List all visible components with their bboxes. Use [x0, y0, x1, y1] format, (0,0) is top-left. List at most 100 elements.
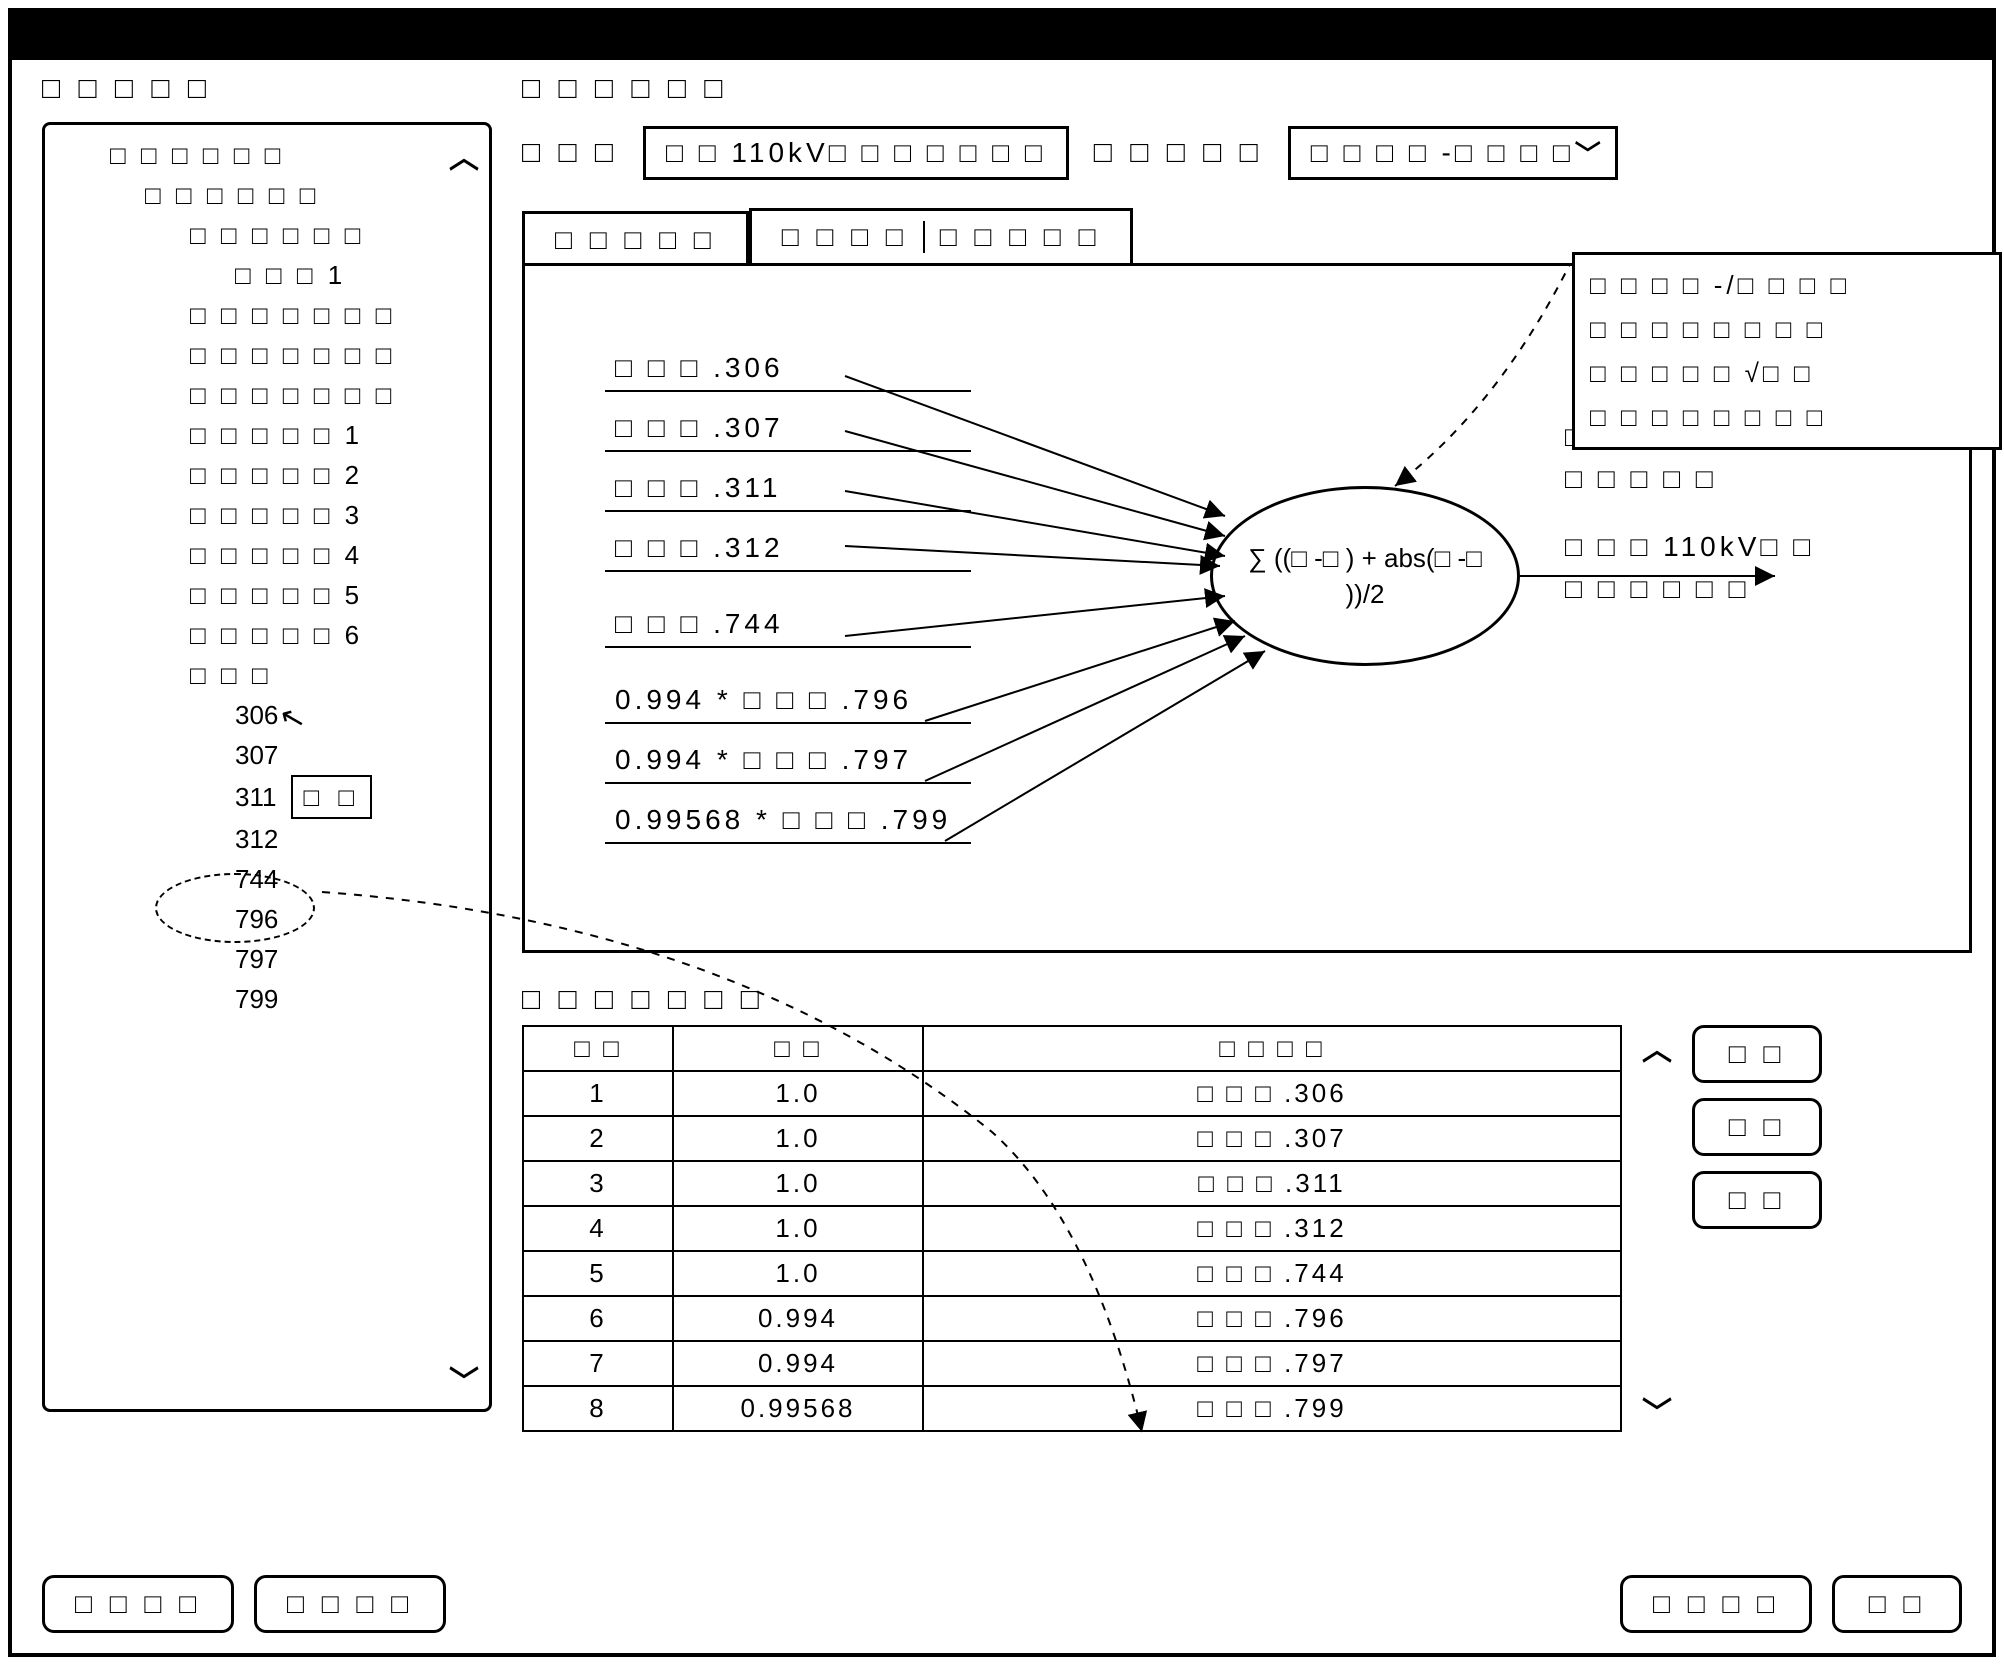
table-cell-meter: □ □ □ .312 [923, 1206, 1621, 1251]
tree-m1[interactable]: □ □ □ □ □ 1 [60, 415, 474, 455]
dropdown-item-2[interactable]: □ □ □ □ □ √□ □ [1590, 351, 1984, 395]
formula-ellipse: ∑ ((□ -□ ) + abs(□ -□ ))/2 [1210, 486, 1520, 666]
dropdown-item-3[interactable]: □ □ □ □ □ □ □ □ [1590, 395, 1984, 439]
tree-lvl3c[interactable]: □ □ □ □ □ □ □ [60, 335, 474, 375]
table-cell-coef: 0.99568 [673, 1386, 923, 1431]
diagram-input-4: □ □ □ .744 [605, 602, 971, 648]
table-cell-coef: 1.0 [673, 1071, 923, 1116]
table-cell-coef: 1.0 [673, 1116, 923, 1161]
tree-m2[interactable]: □ □ □ □ □ 2 [60, 455, 474, 495]
tree-lvl3b[interactable]: □ □ □ □ □ □ □ [60, 295, 474, 335]
table-row[interactable]: 60.994□ □ □ .796 [523, 1296, 1621, 1341]
header-row: □ □ □ □ □ 110kV□ □ □ □ □ □ □ □ □ □ □ □ □… [522, 126, 1972, 180]
right-section-label: □ □ □ □ □ □ [522, 72, 1972, 106]
field1-label: □ □ □ [522, 136, 618, 170]
tree-m4[interactable]: □ □ □ □ □ 4 [60, 535, 474, 575]
table-cell-coef: 1.0 [673, 1206, 923, 1251]
bottom-left-button-2[interactable]: □ □ □ □ [254, 1575, 446, 1633]
side-buttons: □ □ □ □ □ □ [1692, 1025, 1822, 1432]
side-button-2[interactable]: □ □ [1692, 1098, 1822, 1156]
tab-1[interactable]: □ □ □ □ □ [522, 211, 749, 266]
tree-lvl3d[interactable]: □ □ □ □ □ □ □ [60, 375, 474, 415]
content-area: □ □ □ □ □ ︿ ﹀ □ □ □ □ □ □ □ □ □ □ □ □ □ … [32, 72, 1972, 1633]
tree-799[interactable]: 799 [60, 979, 474, 1019]
field1-value[interactable]: □ □ 110kV□ □ □ □ □ □ □ [643, 126, 1069, 180]
table-body: 11.0□ □ □ .30621.0□ □ □ .30731.0□ □ □ .3… [523, 1071, 1621, 1431]
tree-307[interactable]: 307 [60, 735, 474, 775]
table-header-row: □ □ □ □ □ □ □ □ [523, 1026, 1621, 1071]
diagram-input-7: 0.99568 * □ □ □ .799 [605, 798, 971, 844]
tree-m5[interactable]: □ □ □ □ □ 5 [60, 575, 474, 615]
diagram-input-list: □ □ □ .306 □ □ □ .307 □ □ □ .311 □ □ □ .… [605, 346, 971, 858]
table-cell-meter: □ □ □ .311 [923, 1161, 1621, 1206]
output-label: □ □ □ 110kV□ □ □ □ □ □ □ □ [1565, 526, 1814, 610]
dropdown-item-1[interactable]: □ □ □ □ □ □ □ □ [1590, 307, 1984, 351]
diagram-input-6: 0.994 * □ □ □ .797 [605, 738, 971, 784]
tree-scroll-down[interactable]: ﹀ [449, 1357, 479, 1401]
table-cell-meter: □ □ □ .799 [923, 1386, 1621, 1431]
table-row[interactable]: 11.0□ □ □ .306 [523, 1071, 1621, 1116]
table-section-label: □ □ □ □ □ □ □ [522, 983, 1972, 1017]
col-coef: □ □ [673, 1026, 923, 1071]
col-meter: □ □ □ □ [923, 1026, 1621, 1071]
dropdown-selected[interactable]: □ □ □ □ -□ □ □ □ ﹀ [1288, 126, 1618, 180]
bottom-right-button-2[interactable]: □ □ [1832, 1575, 1962, 1633]
tree-312[interactable]: 312 [60, 819, 474, 859]
table-cell-coef: 0.994 [673, 1296, 923, 1341]
diagram-input-2: □ □ □ .311 [605, 466, 971, 512]
side-button-3[interactable]: □ □ [1692, 1171, 1822, 1229]
table-cell-seq: 5 [523, 1251, 673, 1296]
tree-tooltip: □ □ [291, 775, 372, 819]
mouse-cursor-icon: ↖ [276, 696, 311, 741]
scroll-up-icon[interactable]: ︿ [1642, 1025, 1672, 1069]
tree-306[interactable]: 306↖ [60, 695, 474, 735]
table-cell-coef: 1.0 [673, 1161, 923, 1206]
table-cell-meter: □ □ □ .744 [923, 1251, 1621, 1296]
table-cell-meter: □ □ □ .306 [923, 1071, 1621, 1116]
title-bar [12, 12, 1992, 60]
tree-797[interactable]: 797 [60, 939, 474, 979]
table-cell-coef: 1.0 [673, 1251, 923, 1296]
tree-lvl4a[interactable]: □ □ □ 1 [60, 255, 474, 295]
table-cell-seq: 3 [523, 1161, 673, 1206]
dropdown-item-0[interactable]: □ □ □ □ -/□ □ □ □ [1590, 263, 1984, 307]
side-button-1[interactable]: □ □ [1692, 1025, 1822, 1083]
table-cell-seq: 7 [523, 1341, 673, 1386]
table-row[interactable]: 51.0□ □ □ .744 [523, 1251, 1621, 1296]
tree-m6[interactable]: □ □ □ □ □ 6 [60, 615, 474, 655]
table-cell-seq: 1 [523, 1071, 673, 1116]
table-row[interactable]: 41.0□ □ □ .312 [523, 1206, 1621, 1251]
table-row[interactable]: 21.0□ □ □ .307 [523, 1116, 1621, 1161]
diagram-input-0: □ □ □ .306 [605, 346, 971, 392]
tree-sub[interactable]: □ □ □ [60, 655, 474, 695]
data-table: □ □ □ □ □ □ □ □ 11.0□ □ □ .30621.0□ □ □ … [522, 1025, 1622, 1432]
table-scrollbar[interactable]: ︿ ﹀ [1642, 1025, 1672, 1432]
tree-311[interactable]: 311□ □ [60, 775, 474, 819]
table-cell-seq: 2 [523, 1116, 673, 1161]
table-cell-meter: □ □ □ .797 [923, 1341, 1621, 1386]
tree-lvl3[interactable]: □ □ □ □ □ □ [60, 215, 474, 255]
chevron-down-icon: ﹀ [1575, 135, 1605, 172]
table-row[interactable]: 70.994□ □ □ .797 [523, 1341, 1621, 1386]
col-seq: □ □ [523, 1026, 673, 1071]
diagram-input-5: 0.994 * □ □ □ .796 [605, 678, 971, 724]
table-cell-meter: □ □ □ .796 [923, 1296, 1621, 1341]
tree-lvl2[interactable]: □ □ □ □ □ □ [60, 175, 474, 215]
dropdown-list[interactable]: □ □ □ □ -/□ □ □ □ □ □ □ □ □ □ □ □ □ □ □ … [1572, 252, 2002, 450]
table-row[interactable]: 31.0□ □ □ .311 [523, 1161, 1621, 1206]
table-container: □ □ □ □ □ □ □ □ 11.0□ □ □ .30621.0□ □ □ … [522, 1025, 1972, 1432]
bottom-left-button-1[interactable]: □ □ □ □ [42, 1575, 234, 1633]
tree-section-label: □ □ □ □ □ [42, 72, 211, 106]
tree-root[interactable]: □ □ □ □ □ □ [60, 135, 474, 175]
diagram-input-3: □ □ □ .312 [605, 526, 971, 572]
tree-panel: ︿ ﹀ □ □ □ □ □ □ □ □ □ □ □ □ □ □ □ □ □ □ … [42, 122, 492, 1412]
bottom-right-button-1[interactable]: □ □ □ □ [1620, 1575, 1812, 1633]
scroll-down-icon[interactable]: ﹀ [1642, 1388, 1672, 1432]
table-row[interactable]: 80.99568□ □ □ .799 [523, 1386, 1621, 1431]
tab-2[interactable]: □ □ □ □□ □ □ □ □ [749, 208, 1134, 266]
tree-m3[interactable]: □ □ □ □ □ 3 [60, 495, 474, 535]
field2-label: □ □ □ □ □ [1094, 136, 1263, 170]
right-area: □ □ □ □ □ □ □ □ □ □ □ 110kV□ □ □ □ □ □ □… [522, 72, 1972, 1633]
table-cell-seq: 8 [523, 1386, 673, 1431]
tree-scroll-up[interactable]: ︿ [449, 133, 479, 177]
